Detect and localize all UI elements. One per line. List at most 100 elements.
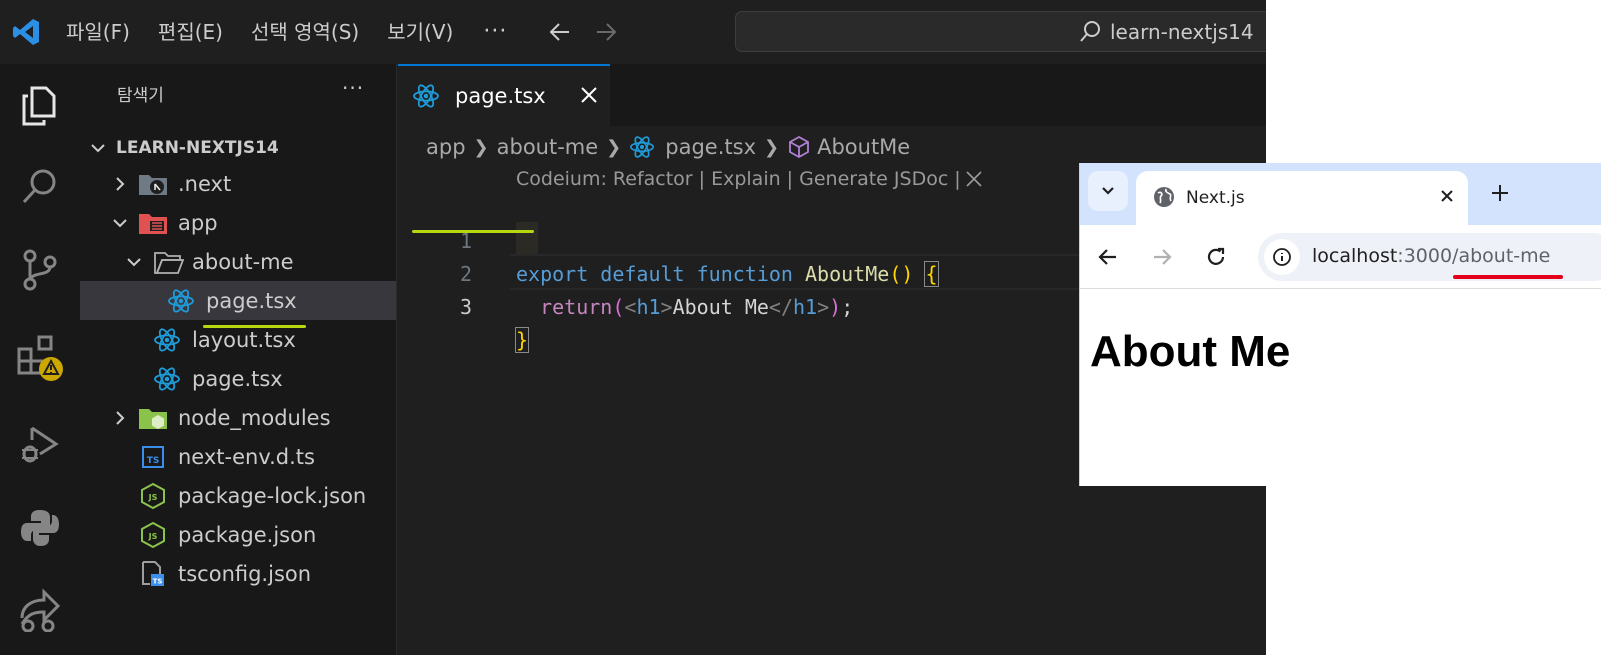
explorer-more-button[interactable]: ···: [342, 76, 364, 100]
file-name: page.tsx: [206, 288, 297, 313]
close-icon[interactable]: [1434, 183, 1460, 209]
url-path: :3000/about-me: [1397, 245, 1551, 267]
react-icon: [152, 325, 182, 355]
close-icon[interactable]: [965, 170, 983, 188]
page-heading: About Me: [1090, 327, 1291, 376]
new-tab-plus-icon[interactable]: [1482, 175, 1518, 211]
tab-label: page.tsx: [455, 84, 546, 108]
chevron-right-icon: ❯: [606, 136, 622, 158]
react-icon: [152, 364, 182, 394]
file-name: app: [178, 210, 218, 235]
explorer-title: 탐색기: [117, 86, 164, 106]
menu-edit[interactable]: 편집(E): [144, 0, 237, 64]
chevron-right-icon: ❯: [473, 136, 489, 158]
browser-tab-strip: Next.js: [1080, 163, 1601, 225]
breadcrumb-item[interactable]: page.tsx: [665, 135, 756, 159]
back-arrow-icon[interactable]: [537, 0, 583, 64]
root-folder-name: LEARN-NEXTJS14: [116, 137, 279, 158]
annotation-underline: [1453, 275, 1563, 279]
folder-open-icon: [154, 247, 184, 277]
extensions-icon[interactable]: [14, 332, 66, 384]
forward-arrow-icon[interactable]: [1144, 239, 1180, 275]
tree-item-package-lock[interactable]: JS package-lock.json: [80, 476, 396, 515]
file-name: tsconfig.json: [178, 561, 312, 586]
node-json-icon: JS: [138, 520, 168, 550]
browser-tab[interactable]: Next.js: [1136, 171, 1468, 225]
tree-item-node-modules[interactable]: node_modules: [80, 398, 396, 437]
react-icon: [629, 134, 655, 160]
tab-search-button[interactable]: [1088, 171, 1128, 211]
react-icon: [166, 286, 196, 316]
breadcrumb-item[interactable]: AboutMe: [817, 135, 910, 159]
search-icon[interactable]: [14, 161, 66, 213]
close-icon[interactable]: [576, 80, 602, 110]
breadcrumb-item[interactable]: about-me: [497, 135, 599, 159]
codelens-text: Codeium: Refactor | Explain | Generate J…: [516, 168, 961, 190]
svg-text:JS: JS: [148, 493, 158, 502]
file-name: next-env.d.ts: [178, 444, 315, 469]
chevron-right-icon: [110, 408, 130, 428]
tree-item-package-json[interactable]: JS package.json: [80, 515, 396, 554]
tree-item-app[interactable]: app: [80, 203, 396, 242]
chevron-down-icon: [1102, 187, 1114, 195]
line-number: 3: [459, 295, 472, 319]
vscode-window: 파일(F) 편집(E) 선택 영역(S) 보기(V) ··· learn-nex…: [0, 0, 1266, 655]
codeium-codelens[interactable]: Codeium: Refactor | Explain | Generate J…: [516, 168, 983, 190]
node-folder-icon: [138, 403, 168, 433]
explorer-files-icon[interactable]: [14, 80, 66, 132]
python-icon[interactable]: [14, 502, 66, 554]
run-debug-icon[interactable]: [14, 418, 66, 470]
svg-text:TS: TS: [153, 577, 163, 585]
address-bar[interactable]: localhost:3000/about-me: [1258, 233, 1601, 281]
file-name: package.json: [178, 522, 317, 547]
node-json-icon: JS: [138, 481, 168, 511]
explorer-sidebar: 탐색기 ··· LEARN-NEXTJS14 .next app about-m…: [80, 64, 397, 655]
file-name: .next: [178, 171, 232, 196]
tree-item-tsconfig[interactable]: TS tsconfig.json: [80, 554, 396, 593]
tree-item-about-me-page[interactable]: page.tsx: [80, 281, 396, 320]
remote-share-icon[interactable]: [14, 584, 66, 636]
browser-tab-title: Next.js: [1186, 188, 1245, 208]
menu-more-button[interactable]: ···: [467, 0, 523, 64]
file-name: about-me: [192, 249, 294, 274]
back-arrow-icon[interactable]: [1090, 239, 1126, 275]
cube-symbol-icon: [787, 135, 811, 159]
tree-root-folder[interactable]: LEARN-NEXTJS14: [80, 128, 396, 167]
browser-window: Next.js localhost:3000/about-me About Me: [1079, 163, 1601, 486]
menu-view[interactable]: 보기(V): [373, 0, 467, 64]
app-folder-icon: [138, 208, 168, 238]
source-control-icon[interactable]: [14, 244, 66, 296]
screenshot: 파일(F) 편집(E) 선택 영역(S) 보기(V) ··· learn-nex…: [0, 0, 1601, 655]
menu-file[interactable]: 파일(F): [52, 0, 144, 64]
tree-item-about-me[interactable]: about-me: [80, 242, 396, 281]
breadcrumb-item[interactable]: app: [426, 135, 466, 159]
chevron-right-icon: [110, 174, 130, 194]
site-info-icon[interactable]: [1264, 239, 1300, 275]
forward-arrow-icon[interactable]: [583, 0, 629, 64]
url-host: localhost: [1312, 245, 1398, 267]
tree-item-app-page[interactable]: page.tsx: [80, 359, 396, 398]
tsconfig-file-icon: TS: [138, 559, 168, 589]
file-name: node_modules: [178, 405, 331, 430]
file-name: layout.tsx: [192, 327, 296, 352]
svg-text:JS: JS: [148, 532, 158, 541]
react-icon: [412, 82, 440, 114]
annotation-underline: [412, 230, 534, 233]
breadcrumb: app ❯ about-me ❯ page.tsx ❯ AboutMe: [426, 132, 910, 162]
tab-page-tsx[interactable]: page.tsx: [398, 64, 610, 126]
tree-item-next[interactable]: .next: [80, 164, 396, 203]
reload-icon[interactable]: [1198, 239, 1234, 275]
chevron-right-icon: ❯: [764, 136, 780, 158]
menu-selection[interactable]: 선택 영역(S): [237, 0, 373, 64]
browser-toolbar: localhost:3000/about-me: [1080, 225, 1601, 289]
tree-item-next-env[interactable]: TS next-env.d.ts: [80, 437, 396, 476]
chevron-down-icon: [124, 252, 144, 272]
vscode-logo-icon: [0, 0, 52, 64]
next-folder-icon: [138, 169, 168, 199]
svg-text:TS: TS: [147, 456, 160, 466]
command-center[interactable]: learn-nextjs14: [735, 11, 1266, 52]
title-bar: 파일(F) 편집(E) 선택 영역(S) 보기(V) ··· learn-nex…: [0, 0, 1266, 64]
editor-tabs: page.tsx: [398, 64, 1266, 126]
globe-icon: [1154, 187, 1174, 207]
chevron-down-icon: [88, 138, 108, 158]
